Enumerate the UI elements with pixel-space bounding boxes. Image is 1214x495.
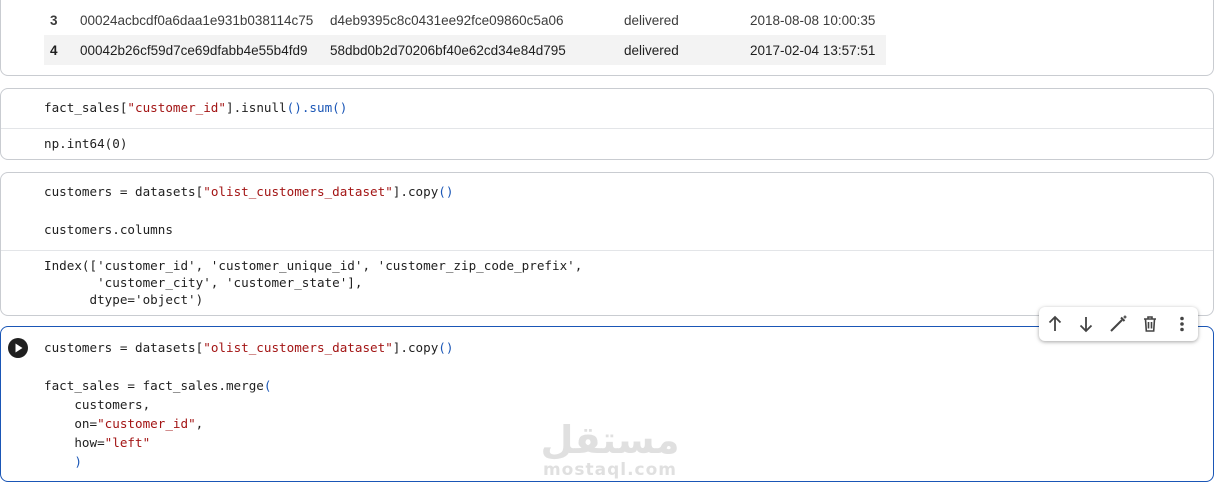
code-line[interactable]: fact_sales["customer_id"].isnull().sum() bbox=[44, 98, 347, 117]
code-line[interactable]: how="left" bbox=[44, 433, 150, 452]
arrow-down-icon bbox=[1079, 317, 1093, 333]
watermark-latin: mostaql.com bbox=[542, 460, 678, 480]
move-cell-up-button[interactable] bbox=[1044, 313, 1066, 335]
code-cell-columns[interactable]: customers = datasets["olist_customers_da… bbox=[0, 172, 1214, 316]
row-index: 3 bbox=[50, 12, 58, 28]
code-line[interactable]: ) bbox=[44, 452, 82, 471]
table-row: 4 00042b26cf59d7ce69dfabb4e55b4fd9 58dbd… bbox=[44, 35, 886, 65]
watermark-logo: مستقل mostaql.com bbox=[540, 418, 680, 488]
dataframe-table: 3 00024acbcdf0a6daa1e931b038114c75 d4eb9… bbox=[44, 5, 886, 65]
watermark-arabic: مستقل bbox=[540, 418, 680, 462]
code-line[interactable]: customers = datasets["olist_customers_da… bbox=[44, 182, 453, 201]
code-line[interactable]: customers.columns bbox=[44, 220, 173, 239]
output-divider bbox=[1, 128, 1213, 129]
code-cell-isnull[interactable]: fact_sales["customer_id"].isnull().sum()… bbox=[0, 88, 1214, 160]
order-id-cell: 00024acbcdf0a6daa1e931b038114c75 bbox=[80, 12, 314, 28]
delete-cell-button[interactable] bbox=[1139, 313, 1161, 335]
more-options-button[interactable] bbox=[1171, 313, 1193, 335]
cell-output: Index(['customer_id', 'customer_unique_i… bbox=[44, 258, 583, 273]
timestamp-cell: 2018-08-08 10:00:35 bbox=[750, 12, 876, 28]
status-cell: delivered bbox=[624, 42, 679, 58]
customer-id-cell: d4eb9395c8c0431ee92fce09860c5a06 bbox=[330, 12, 564, 28]
move-cell-down-button[interactable] bbox=[1075, 313, 1097, 335]
more-vert-icon bbox=[1180, 316, 1184, 332]
arrow-up-icon bbox=[1048, 315, 1062, 331]
magic-edit-icon bbox=[1110, 315, 1127, 332]
cell-toolbar bbox=[1039, 307, 1198, 341]
cell-output: 'customer_city', 'customer_state'], bbox=[44, 275, 363, 290]
trash-icon bbox=[1144, 316, 1156, 332]
status-cell: delivered bbox=[624, 12, 679, 28]
code-line[interactable]: customers = datasets["olist_customers_da… bbox=[44, 338, 453, 357]
magic-edit-button[interactable] bbox=[1107, 313, 1129, 335]
play-icon bbox=[15, 343, 23, 353]
order-id-cell: 00042b26cf59d7ce69dfabb4e55b4fd9 bbox=[80, 42, 308, 58]
run-cell-button[interactable] bbox=[8, 338, 28, 358]
code-line[interactable]: on="customer_id", bbox=[44, 414, 203, 433]
cell-output: dtype='object') bbox=[44, 292, 204, 307]
code-line[interactable]: customers, bbox=[44, 395, 150, 414]
dataframe-output-cell: 3 00024acbcdf0a6daa1e931b038114c75 d4eb9… bbox=[0, 0, 1214, 76]
output-divider bbox=[1, 250, 1213, 251]
cell-output: np.int64(0) bbox=[44, 136, 128, 151]
table-row: 3 00024acbcdf0a6daa1e931b038114c75 d4eb9… bbox=[44, 5, 886, 35]
code-line[interactable]: fact_sales = fact_sales.merge( bbox=[44, 376, 271, 395]
customer-id-cell: 58dbd0b2d70206bf40e62cd34e84d795 bbox=[330, 42, 566, 58]
timestamp-cell: 2017-02-04 13:57:51 bbox=[750, 42, 876, 58]
row-index: 4 bbox=[50, 42, 58, 58]
